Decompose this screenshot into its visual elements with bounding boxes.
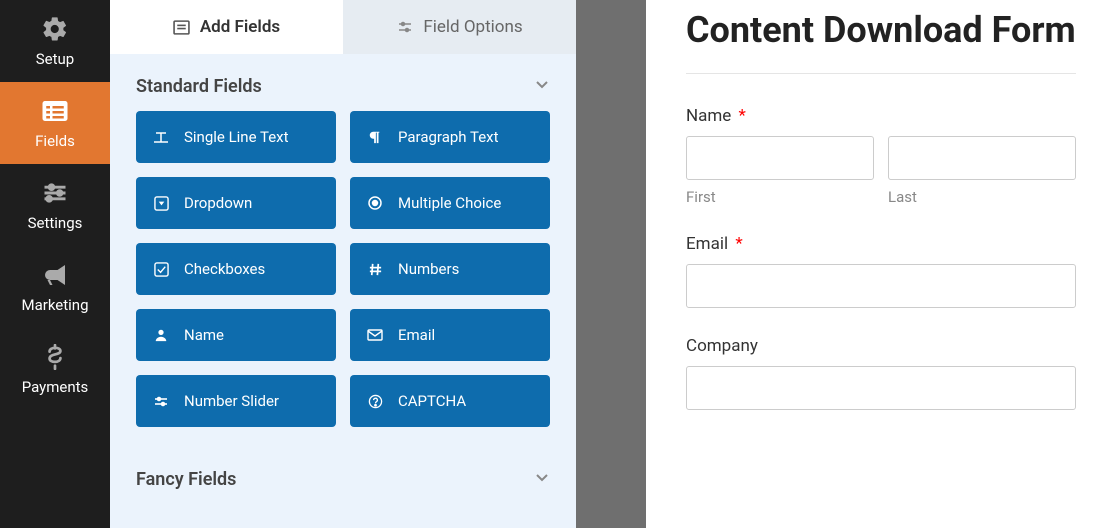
dollar-icon [40, 342, 70, 372]
field-email[interactable]: Email [350, 309, 550, 361]
tab-label: Add Fields [200, 17, 280, 37]
last-sublabel: Last [888, 188, 1076, 206]
standard-fields-grid: Single Line Text Paragraph Text Dropdown [110, 111, 576, 447]
form-field-email: Email * [686, 234, 1076, 308]
section-title: Standard Fields [136, 76, 262, 97]
sidebar-label: Settings [28, 214, 83, 232]
bullhorn-icon [40, 260, 70, 290]
check-square-icon [152, 260, 170, 278]
field-label: Multiple Choice [398, 194, 501, 212]
person-icon [152, 326, 170, 344]
form-field-company: Company [686, 336, 1076, 410]
sidebar-label: Fields [35, 132, 75, 150]
first-name-input[interactable] [686, 136, 874, 180]
main-sidebar: Setup Fields Settings Marketing Payments [0, 0, 110, 528]
section-title: Fancy Fields [136, 469, 236, 490]
field-single-line-text[interactable]: Single Line Text [136, 111, 336, 163]
field-dropdown[interactable]: Dropdown [136, 177, 336, 229]
field-label: Dropdown [184, 194, 252, 212]
sliders-icon [40, 178, 70, 208]
sidebar-label: Marketing [21, 296, 88, 314]
hash-icon [366, 260, 384, 278]
tab-add-fields[interactable]: Add Fields [110, 0, 343, 54]
form-field-name: Name * First Last [686, 106, 1076, 206]
field-label: Checkboxes [184, 260, 265, 278]
name-label: Name * [686, 106, 1076, 126]
sidebar-item-setup[interactable]: Setup [0, 0, 110, 82]
caret-square-icon [152, 194, 170, 212]
list-icon [40, 96, 70, 126]
tab-label: Field Options [423, 17, 522, 37]
field-numbers[interactable]: Numbers [350, 243, 550, 295]
form-title: Content Download Form [686, 10, 1076, 74]
field-multiple-choice[interactable]: Multiple Choice [350, 177, 550, 229]
last-name-input[interactable] [888, 136, 1076, 180]
radio-icon [366, 194, 384, 212]
field-paragraph-text[interactable]: Paragraph Text [350, 111, 550, 163]
company-label: Company [686, 336, 1076, 356]
fields-panel: Add Fields Field Options Standard Fields [110, 0, 576, 528]
field-label: Numbers [398, 260, 459, 278]
panel-tabs: Add Fields Field Options [110, 0, 576, 54]
first-sublabel: First [686, 188, 874, 206]
chevron-down-icon [534, 76, 550, 97]
form-icon [173, 19, 190, 36]
field-label: Paragraph Text [398, 128, 499, 146]
field-label: Name [184, 326, 224, 344]
field-number-slider[interactable]: Number Slider [136, 375, 336, 427]
envelope-icon [366, 326, 384, 344]
form-preview: Content Download Form Name * First Last … [646, 0, 1116, 528]
field-name[interactable]: Name [136, 309, 336, 361]
question-circle-icon [366, 392, 384, 410]
gear-icon [40, 14, 70, 44]
field-label: Email [398, 326, 435, 344]
section-standard-fields[interactable]: Standard Fields [110, 54, 576, 111]
tab-field-options[interactable]: Field Options [343, 0, 576, 54]
chevron-down-icon [534, 469, 550, 490]
sidebar-item-settings[interactable]: Settings [0, 164, 110, 246]
sidebar-item-payments[interactable]: Payments [0, 328, 110, 410]
field-label: Single Line Text [184, 128, 289, 146]
sliders-icon [396, 19, 413, 36]
email-input[interactable] [686, 264, 1076, 308]
sidebar-label: Setup [36, 50, 74, 68]
field-label: CAPTCHA [398, 392, 466, 410]
field-captcha[interactable]: CAPTCHA [350, 375, 550, 427]
email-label: Email * [686, 234, 1076, 254]
required-indicator: * [739, 106, 746, 126]
paragraph-icon [366, 128, 384, 146]
text-icon [152, 128, 170, 146]
required-indicator: * [735, 234, 742, 254]
slider-icon [152, 392, 170, 410]
field-label: Number Slider [184, 392, 279, 410]
field-checkboxes[interactable]: Checkboxes [136, 243, 336, 295]
company-input[interactable] [686, 366, 1076, 410]
sidebar-item-marketing[interactable]: Marketing [0, 246, 110, 328]
sidebar-label: Payments [22, 378, 89, 396]
divider-area [576, 0, 646, 528]
sidebar-item-fields[interactable]: Fields [0, 82, 110, 164]
section-fancy-fields[interactable]: Fancy Fields [110, 447, 576, 504]
